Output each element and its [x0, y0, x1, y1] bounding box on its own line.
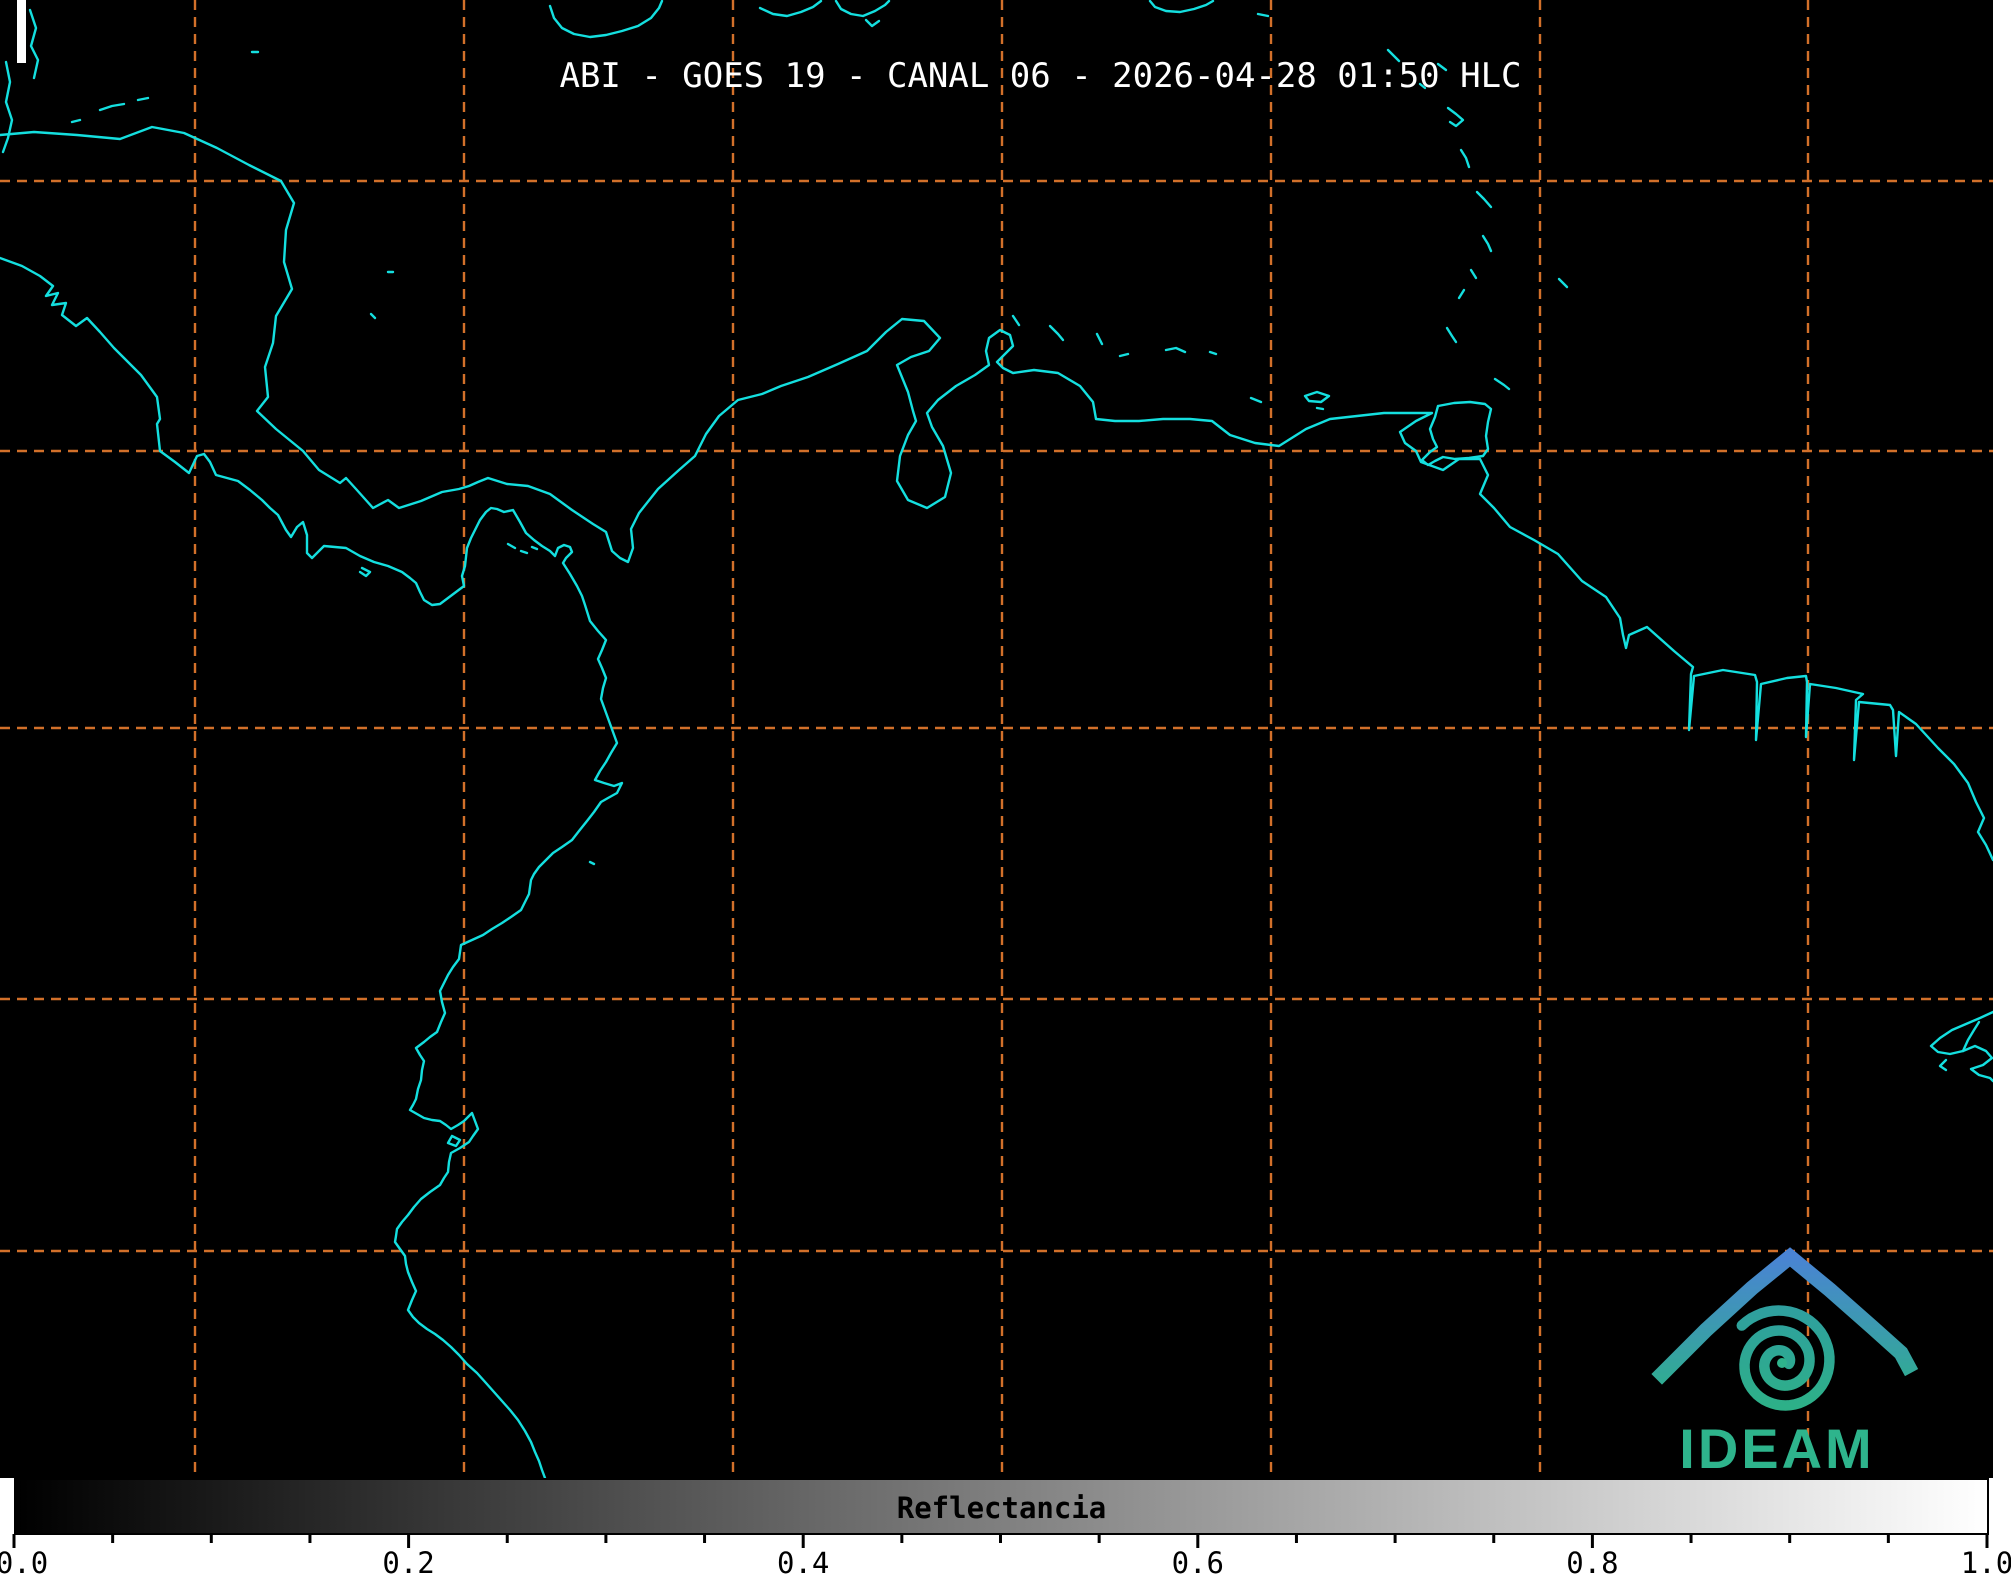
colorbar-tick-label: 0.4 — [777, 1546, 829, 1577]
colorbar-label: Reflectancia — [896, 1491, 1107, 1525]
colorbar: Reflectancia — [14, 1478, 1989, 1535]
colorbar-tick-label: 0.2 — [382, 1546, 434, 1577]
colorbar-tick-label: 0.6 — [1172, 1546, 1224, 1577]
logo-text: IDEAM — [1679, 1417, 1874, 1478]
colorbar-tick-label: 0.0 — [0, 1546, 48, 1577]
ideam-logo: IDEAM — [1651, 1247, 1919, 1478]
colorbar-tick-label: 1.0 — [1961, 1546, 2011, 1577]
colorbar-ticks: 0.0 0.2 0.4 0.6 0.8 1.0 — [0, 1534, 2011, 1577]
satellite-map: ABI - GOES 19 - CANAL 06 - 2026-04-28 01… — [0, 0, 1993, 1478]
colorbar-tick-label: 0.8 — [1566, 1546, 1618, 1577]
logo-swirl-eye-icon — [1777, 1358, 1787, 1368]
figure: ABI - GOES 19 - CANAL 06 - 2026-04-28 01… — [0, 0, 2011, 1577]
logo-hurricane-swirl-icon — [1736, 1305, 1835, 1411]
